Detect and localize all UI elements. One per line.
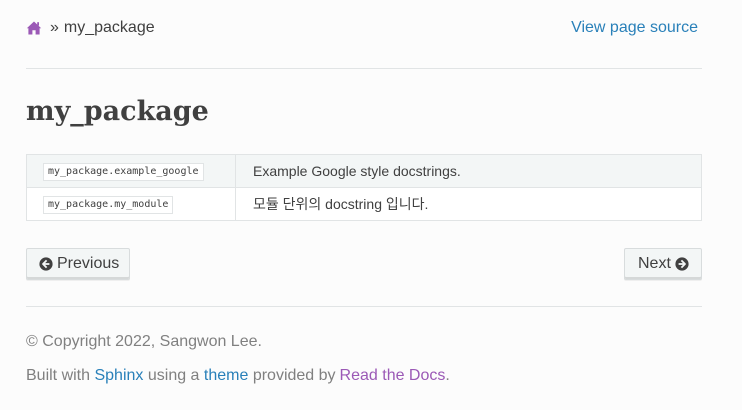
arrow-circle-left-icon: [39, 257, 53, 271]
previous-label: Previous: [57, 255, 120, 272]
table-row: my_package.my_module 모듈 단위의 docstring 입니…: [26, 187, 702, 221]
view-page-source-link[interactable]: View page source: [571, 17, 698, 39]
built-with-text: Built with Sphinx using a theme provided…: [26, 365, 450, 387]
module-link[interactable]: my_package.example_google: [43, 163, 204, 181]
module-description: 모듈 단위의 docstring 입니다.: [235, 187, 702, 221]
previous-button[interactable]: Previous: [26, 248, 130, 280]
breadcrumb: » my_package View page source: [26, 17, 702, 39]
module-name-cell: my_package.example_google: [26, 154, 236, 188]
module-name-cell: my_package.my_module: [26, 187, 236, 221]
header-divider: [26, 68, 702, 69]
table-row: my_package.example_google Example Google…: [26, 154, 702, 188]
module-description: Example Google style docstrings.: [235, 154, 702, 188]
using-a-text: using a: [147, 367, 200, 384]
page: » my_package View page source my_package…: [0, 0, 742, 410]
page-title: my_package: [26, 96, 209, 127]
copyright-text: © Copyright 2022, Sangwon Lee.: [26, 333, 262, 350]
breadcrumb-current: my_package: [63, 19, 155, 36]
next-label: Next: [638, 255, 671, 272]
built-with-prefix: Built with: [26, 367, 91, 384]
provided-by-text: provided by: [252, 367, 336, 384]
read-the-docs-link[interactable]: Read the Docs: [340, 367, 446, 384]
module-link[interactable]: my_package.my_module: [43, 196, 174, 214]
theme-link[interactable]: theme: [204, 367, 248, 384]
breadcrumb-separator: »: [50, 19, 59, 36]
arrow-circle-right-icon: [675, 257, 689, 271]
next-button[interactable]: Next: [624, 248, 702, 280]
home-icon[interactable]: [26, 20, 42, 36]
breadcrumb-trail: » my_package: [26, 17, 155, 39]
module-table: my_package.example_google Example Google…: [26, 154, 702, 221]
sphinx-link[interactable]: Sphinx: [94, 367, 143, 384]
footer-period: .: [445, 367, 450, 384]
footer-divider: [26, 306, 702, 307]
